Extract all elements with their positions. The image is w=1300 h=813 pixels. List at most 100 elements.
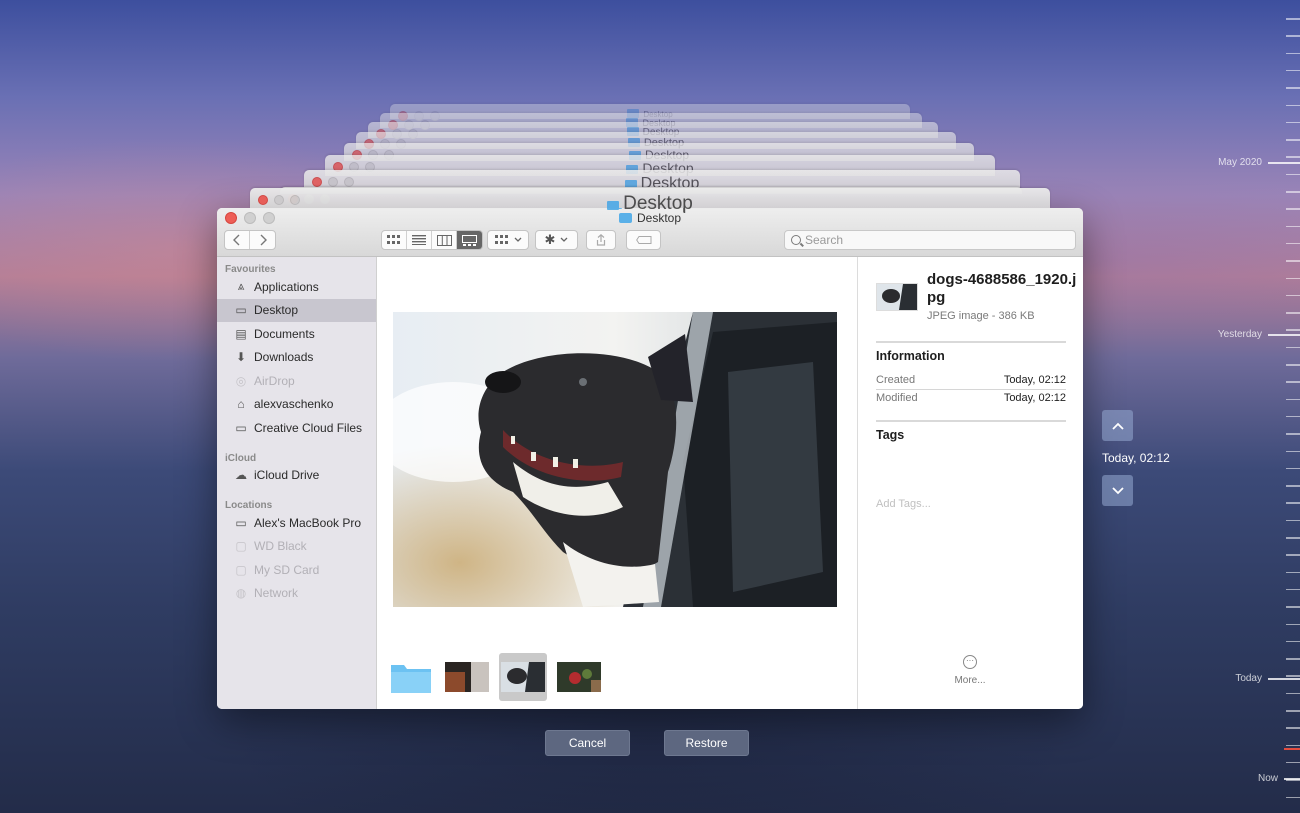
timeline-tick[interactable] [1286, 571, 1300, 574]
timeline-tick[interactable] [1286, 796, 1300, 798]
sidebar-heading: Locations [225, 500, 273, 511]
sidebar-item-applications[interactable]: ⩓ Applications [217, 275, 376, 299]
sidebar-item-my-sd-card[interactable]: ▢ My SD Card [217, 558, 376, 582]
drive-icon: ▢ [235, 539, 247, 554]
tags-button[interactable] [626, 230, 661, 250]
chevron-down-icon [560, 237, 568, 242]
timeline-tick[interactable] [1286, 502, 1300, 504]
timeline-tick[interactable] [1286, 104, 1300, 106]
back-button[interactable] [225, 231, 250, 249]
timeline-tick[interactable] [1286, 242, 1300, 245]
add-tags-field[interactable]: Add Tags... [876, 498, 931, 510]
timeline-tick[interactable] [1286, 450, 1300, 452]
timeline-tick[interactable] [1286, 225, 1300, 228]
timeline-tick[interactable] [1286, 727, 1300, 729]
timeline-tick[interactable] [1286, 52, 1300, 55]
timeline-tick[interactable] [1286, 398, 1300, 401]
timeline-tick[interactable] [1286, 156, 1300, 158]
timeline-tick[interactable] [1286, 139, 1300, 141]
sidebar-item-desktop[interactable]: ▭ Desktop [217, 298, 376, 322]
timeline-tick[interactable] [1286, 519, 1300, 522]
later-backup-button[interactable] [1102, 475, 1133, 506]
timeline-label[interactable]: Now [1258, 773, 1278, 784]
laptop-icon: ▭ [235, 515, 247, 530]
timeline-tick[interactable] [1286, 121, 1300, 124]
timeline-tick[interactable] [1286, 346, 1300, 349]
sidebar-item-wd-black[interactable]: ▢ WD Black [217, 535, 376, 559]
downloads-icon: ⬇ [235, 350, 247, 365]
timeline-tick[interactable] [1286, 18, 1300, 20]
divider [876, 341, 1066, 343]
sidebar-item-alexvaschenko[interactable]: ⌂ alexvaschenko [217, 393, 376, 417]
timeline-tick[interactable] [1286, 606, 1300, 608]
timeline-tick[interactable] [1286, 658, 1300, 660]
timeline-tick[interactable] [1286, 675, 1300, 677]
restore-button[interactable]: Restore [664, 730, 749, 756]
sidebar-item-label: Desktop [254, 303, 299, 318]
thumb-folder[interactable] [387, 653, 435, 701]
timeline-tick[interactable] [1286, 277, 1300, 279]
timeline-tick[interactable] [1286, 35, 1300, 37]
timeline-tick[interactable] [1286, 467, 1300, 470]
thumb-image-1[interactable] [443, 653, 491, 701]
share-button[interactable] [586, 230, 616, 250]
timeline-tick[interactable] [1286, 623, 1300, 625]
timeline-tick[interactable] [1286, 554, 1300, 556]
timeline-tick[interactable] [1286, 260, 1300, 262]
chevron-right-icon [260, 234, 267, 246]
thumb-image-2-selected[interactable] [499, 653, 547, 701]
sidebar-item-label: Network [254, 586, 299, 601]
timeline-tick[interactable] [1286, 537, 1300, 539]
cancel-button[interactable]: Cancel [545, 730, 630, 756]
list-view-button[interactable] [407, 231, 432, 249]
timeline-tick[interactable] [1286, 312, 1300, 314]
view-mode-control [381, 230, 483, 250]
backup-window-snapshot[interactable]: Desktop [250, 188, 1050, 214]
timeline-tick[interactable] [1286, 692, 1300, 695]
network-icon: ◍ [235, 586, 247, 601]
titlebar: Desktop ✱ Search [217, 208, 1083, 257]
timeline-tick[interactable] [1286, 173, 1300, 176]
timeline-tick[interactable] [1286, 87, 1300, 89]
sidebar-item-downloads[interactable]: ⬇ Downloads [217, 346, 376, 370]
timeline-current-marker[interactable] [1284, 748, 1300, 750]
column-view-button[interactable] [432, 231, 457, 249]
timeline-label[interactable]: May 2020 [1218, 157, 1262, 168]
search-icon [791, 235, 801, 245]
timeline-tick[interactable] [1286, 364, 1300, 366]
timeline-tick[interactable] [1286, 588, 1300, 591]
more-button[interactable]: ··· More... [950, 655, 990, 686]
photo-thumbnail-icon [557, 662, 601, 692]
timeline-tick[interactable] [1286, 329, 1300, 331]
sidebar-item-icloud-drive[interactable]: ☁ iCloud Drive [217, 464, 376, 488]
sidebar-item-documents[interactable]: ▤ Documents [217, 322, 376, 346]
timeline-tick[interactable] [1286, 640, 1300, 643]
timeline-label[interactable]: Today [1235, 673, 1262, 684]
group-button[interactable] [487, 230, 529, 250]
timeline-tick[interactable] [1286, 485, 1300, 487]
timeline-tick[interactable] [1286, 761, 1300, 764]
timeline-tick[interactable] [1286, 208, 1300, 210]
timeline-tick[interactable] [1286, 381, 1300, 383]
forward-button[interactable] [250, 231, 275, 249]
timeline-tick[interactable] [1286, 433, 1300, 435]
timeline-tick[interactable] [1286, 744, 1300, 747]
sidebar-item-alex-s-macbook-pro[interactable]: ▭ Alex's MacBook Pro [217, 511, 376, 535]
search-field[interactable]: Search [784, 230, 1076, 250]
earlier-backup-button[interactable] [1102, 410, 1133, 441]
finder-window: Desktop ✱ Search Favourites ⩓ Applicatio… [217, 208, 1083, 709]
action-button[interactable]: ✱ [535, 230, 578, 250]
timeline-label[interactable]: Yesterday [1218, 329, 1262, 340]
timeline-tick[interactable] [1286, 415, 1300, 418]
sidebar-item-creative-cloud-files[interactable]: ▭ Creative Cloud Files [217, 416, 376, 440]
icon-view-button[interactable] [382, 231, 407, 249]
gallery-view-button[interactable] [457, 231, 482, 249]
timeline-tick[interactable] [1286, 294, 1300, 297]
photo-thumbnail-icon [877, 284, 917, 310]
thumb-image-3[interactable] [555, 653, 603, 701]
timeline-tick[interactable] [1286, 191, 1300, 193]
timeline-tick[interactable] [1286, 69, 1300, 72]
timeline-tick[interactable] [1286, 710, 1300, 712]
sidebar-item-network[interactable]: ◍ Network [217, 582, 376, 606]
sidebar-item-airdrop[interactable]: ◎ AirDrop [217, 369, 376, 393]
